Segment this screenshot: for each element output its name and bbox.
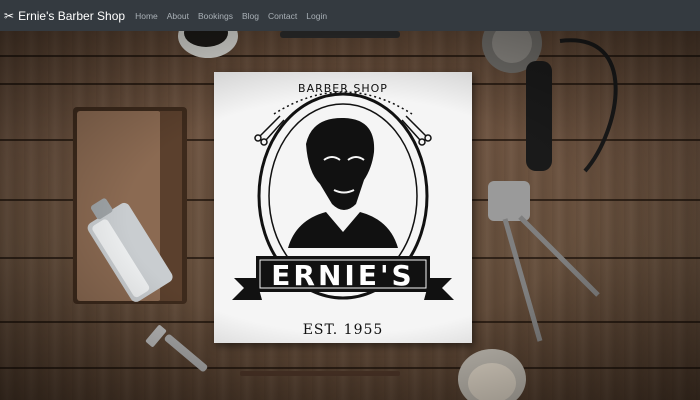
nav-link-blog[interactable]: Blog [242, 11, 259, 21]
brand-name: Ernie's Barber Shop [18, 8, 126, 23]
logo-card: BARBER SHOP ERNIE'S EST. 1955 [214, 72, 472, 343]
barber-logo [232, 91, 454, 300]
nav-link-contact[interactable]: Contact [268, 11, 297, 21]
logo-est: EST. 1955 [302, 322, 384, 338]
comb-icon [280, 31, 400, 38]
navbar: ✂ Ernie's Barber Shop Home About Booking… [0, 0, 700, 31]
hero-image: BARBER SHOP ERNIE'S EST. 1955 [0, 31, 700, 400]
hair-dryer-icon [482, 31, 618, 173]
nav-link-home[interactable]: Home [135, 11, 158, 21]
logo-name: ERNIE'S [271, 259, 415, 292]
nav-link-bookings[interactable]: Bookings [198, 11, 233, 21]
logo-top-text: BARBER SHOP [298, 82, 388, 95]
razor-icon [145, 325, 208, 372]
cup-icon [178, 31, 238, 58]
portrait-icon [288, 117, 398, 248]
brand-link[interactable]: ✂ Ernie's Barber Shop [4, 9, 125, 23]
pen-icon [240, 371, 400, 376]
clippers-icon [488, 181, 600, 342]
nav-link-about[interactable]: About [167, 11, 189, 21]
jar-icon [458, 349, 526, 400]
scissors-icon: ✂ [4, 8, 15, 23]
nav-link-login[interactable]: Login [306, 11, 327, 21]
